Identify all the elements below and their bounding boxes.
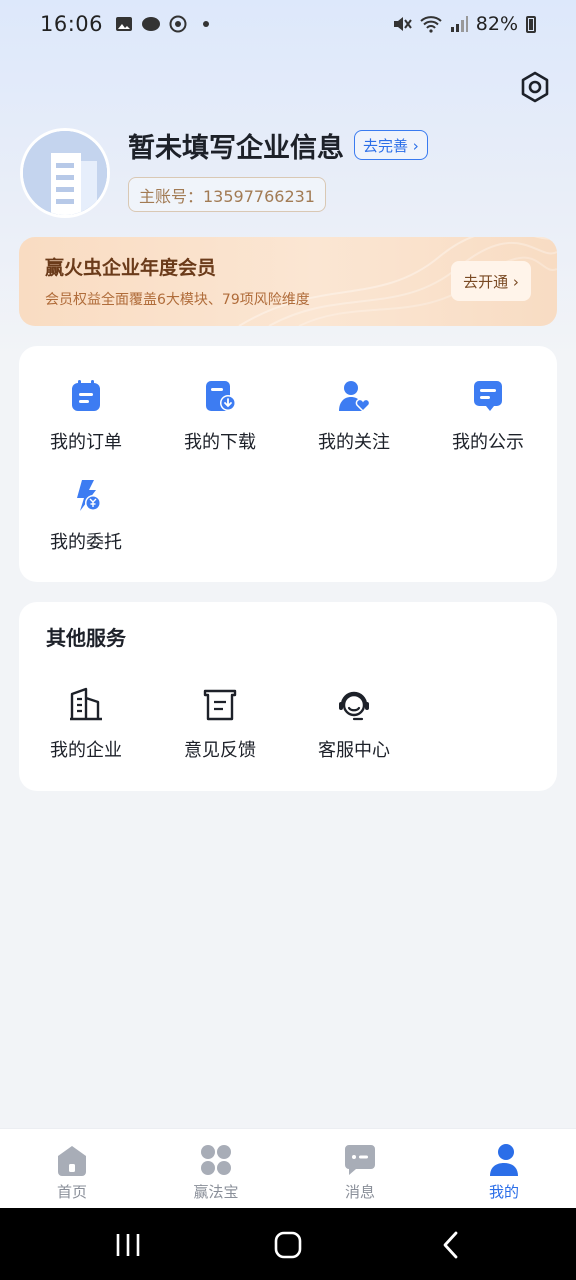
system-indicators: 82% xyxy=(392,13,536,35)
wifi-icon xyxy=(420,16,442,33)
entrust-icon xyxy=(77,480,101,511)
feedback-icon xyxy=(203,689,237,721)
battery-level: 82% xyxy=(475,13,518,35)
nav-messages[interactable]: 消息 xyxy=(315,1143,405,1202)
mute-icon xyxy=(393,17,412,31)
account-badge: 主账号：13597766231 xyxy=(128,177,326,212)
my-enterprise-item[interactable]: 我的企业 xyxy=(19,686,153,776)
back-icon[interactable] xyxy=(436,1230,466,1260)
message-icon xyxy=(345,1145,375,1175)
membership-banner[interactable]: 赢火虫企业年度会员 会员权益全面覆盖6大模块、79项风险维度 去开通 › xyxy=(19,237,557,326)
nav-home[interactable]: 首页 xyxy=(27,1143,117,1202)
my-downloads-label: 我的下载 xyxy=(184,432,256,453)
notification-icons xyxy=(115,15,210,33)
more-dot-icon xyxy=(203,21,210,27)
grid-icon xyxy=(201,1145,231,1175)
my-follows-item[interactable]: 我的关注 xyxy=(287,378,421,468)
chat-bubble-icon xyxy=(142,17,161,31)
my-announcements-label: 我的公示 xyxy=(452,432,524,453)
system-nav-bar xyxy=(0,1208,576,1280)
home-icon xyxy=(58,1146,86,1176)
nav-yingfabao[interactable]: 赢法宝 xyxy=(171,1143,261,1202)
customer-service-label: 客服中心 xyxy=(318,740,390,761)
gallery-icon xyxy=(116,17,133,31)
membership-description: 会员权益全面覆盖6大模块、79项风险维度 xyxy=(45,292,310,308)
recent-apps-icon[interactable] xyxy=(113,1230,143,1260)
home-button-icon[interactable] xyxy=(273,1230,303,1260)
status-time: 16:06 xyxy=(40,12,104,36)
other-services-title: 其他服务 xyxy=(46,626,126,650)
functions-card: 我的订单 我的下载 我的关注 我的公示 我的委托 xyxy=(19,346,557,582)
open-membership-button[interactable]: 去开通 › xyxy=(451,261,531,301)
my-orders-item[interactable]: 我的订单 xyxy=(19,378,153,468)
avatar[interactable] xyxy=(20,128,110,218)
my-orders-label: 我的订单 xyxy=(50,432,122,453)
my-announcements-item[interactable]: 我的公示 xyxy=(421,378,555,468)
complete-info-button[interactable]: 去完善 › xyxy=(354,130,428,160)
my-entrust-label: 我的委托 xyxy=(50,532,122,553)
download-icon xyxy=(206,381,236,411)
swirl-icon xyxy=(169,15,187,33)
signal-icon xyxy=(450,16,468,32)
nav-mine-label: 我的 xyxy=(488,1183,519,1201)
profile-icon xyxy=(490,1144,518,1176)
nav-mine[interactable]: 我的 xyxy=(459,1143,549,1202)
membership-title: 赢火虫企业年度会员 xyxy=(45,257,217,279)
enterprise-icon xyxy=(70,687,102,721)
status-bar: 16:06 82% xyxy=(0,0,576,48)
feedback-label: 意见反馈 xyxy=(184,740,256,761)
announcement-icon xyxy=(474,381,502,411)
customer-service-item[interactable]: 客服中心 xyxy=(287,686,421,776)
company-name: 暂未填写企业信息 xyxy=(128,133,344,164)
feedback-item[interactable]: 意见反馈 xyxy=(153,686,287,776)
my-downloads-item[interactable]: 我的下载 xyxy=(153,378,287,468)
customer-service-icon xyxy=(339,691,369,721)
nav-yingfabao-label: 赢法宝 xyxy=(193,1183,239,1201)
follow-icon xyxy=(339,381,371,413)
my-entrust-item[interactable]: 我的委托 xyxy=(19,478,153,568)
battery-icon xyxy=(526,15,536,33)
nav-messages-label: 消息 xyxy=(344,1183,375,1201)
order-icon xyxy=(72,380,100,411)
settings-icon[interactable] xyxy=(518,70,552,104)
other-services-card: 其他服务 我的企业 意见反馈 客服中心 xyxy=(19,602,557,791)
bottom-nav: 首页 赢法宝 消息 我的 xyxy=(0,1128,576,1208)
my-follows-label: 我的关注 xyxy=(318,432,390,453)
nav-home-label: 首页 xyxy=(56,1183,87,1201)
my-enterprise-label: 我的企业 xyxy=(50,740,122,761)
